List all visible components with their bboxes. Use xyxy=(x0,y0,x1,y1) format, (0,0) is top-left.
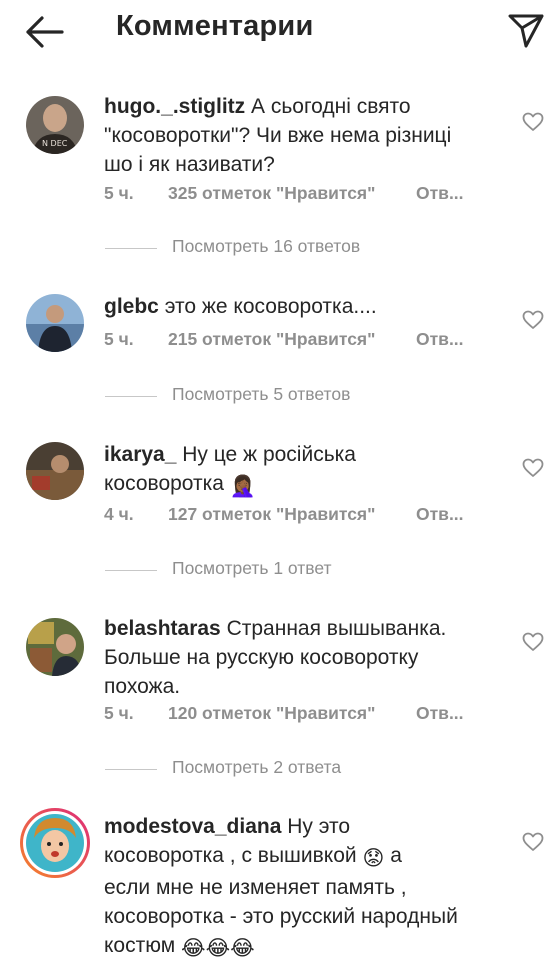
reply-button[interactable]: Отв... xyxy=(416,183,464,204)
view-replies-button[interactable]: Посмотреть 1 ответ xyxy=(0,558,558,582)
like-count[interactable]: 215 отметок "Нравится" xyxy=(168,329,375,350)
heart-outline-icon xyxy=(522,832,544,851)
avatar xyxy=(23,811,87,875)
share-button[interactable] xyxy=(504,10,548,50)
like-button[interactable] xyxy=(522,632,544,652)
like-button[interactable] xyxy=(522,832,544,852)
back-button[interactable] xyxy=(22,12,66,52)
page-title: Комментарии xyxy=(116,10,314,42)
view-replies-button[interactable]: Посмотреть 2 ответа xyxy=(0,757,558,781)
like-button[interactable] xyxy=(522,458,544,478)
divider xyxy=(105,769,157,770)
view-replies-button[interactable]: Посмотреть 5 ответов xyxy=(0,384,558,408)
avatar[interactable]: N DEC xyxy=(26,96,84,154)
comment-text: belashtaras Странная вышыванка. Больше н… xyxy=(104,617,447,698)
avatar[interactable] xyxy=(26,618,84,676)
username[interactable]: glebc xyxy=(104,295,159,318)
heart-outline-icon xyxy=(522,112,544,131)
comment-time: 5 ч. xyxy=(104,703,134,723)
comment-text: glebc это же косоворотка.... xyxy=(104,295,377,318)
heart-outline-icon xyxy=(522,310,544,329)
username[interactable]: modestova_diana xyxy=(104,815,281,838)
like-count[interactable]: 127 отметок "Нравится" xyxy=(168,504,375,525)
like-count[interactable]: 325 отметок "Нравится" xyxy=(168,183,375,204)
emoji: 😂😂😂 xyxy=(181,937,255,960)
avatar[interactable] xyxy=(26,442,84,500)
heart-outline-icon xyxy=(522,632,544,651)
divider xyxy=(105,570,157,571)
avatar[interactable] xyxy=(26,294,84,352)
avatar-story-ring[interactable] xyxy=(20,808,90,878)
divider xyxy=(105,248,157,249)
top-bar: Комментарии xyxy=(0,0,558,62)
comment-time: 4 ч. xyxy=(104,504,134,524)
reply-button[interactable]: Отв... xyxy=(416,703,464,724)
divider xyxy=(105,396,157,397)
comment-text: ikarya_ Ну це ж російська косоворотка 🤦🏾… xyxy=(104,440,486,501)
comment-time: 5 ч. xyxy=(104,183,134,203)
username[interactable]: hugo._.stiglitz xyxy=(104,95,245,118)
like-button[interactable] xyxy=(522,310,544,330)
comment-text: hugo._.stiglitz А сьогодні свято "косово… xyxy=(104,95,452,176)
emoji: 😟 xyxy=(362,847,385,870)
paper-plane-icon xyxy=(508,14,544,48)
username[interactable]: belashtaras xyxy=(104,617,221,640)
like-button[interactable] xyxy=(522,112,544,132)
view-replies-button[interactable]: Посмотреть 16 ответов xyxy=(0,236,558,260)
arrow-left-icon xyxy=(26,16,64,48)
emoji: 🤦🏾‍♀️ xyxy=(229,475,256,498)
reply-button[interactable]: Отв... xyxy=(416,329,464,350)
heart-outline-icon xyxy=(522,458,544,477)
comment-text: modestova_diana Ну это косоворотка , с в… xyxy=(104,812,486,963)
username[interactable]: ikarya_ xyxy=(104,443,176,466)
like-count[interactable]: 120 отметок "Нравится" xyxy=(168,703,375,724)
reply-button[interactable]: Отв... xyxy=(416,504,464,525)
svg-text:N DEC: N DEC xyxy=(42,139,68,148)
comment-time: 5 ч. xyxy=(104,329,134,349)
